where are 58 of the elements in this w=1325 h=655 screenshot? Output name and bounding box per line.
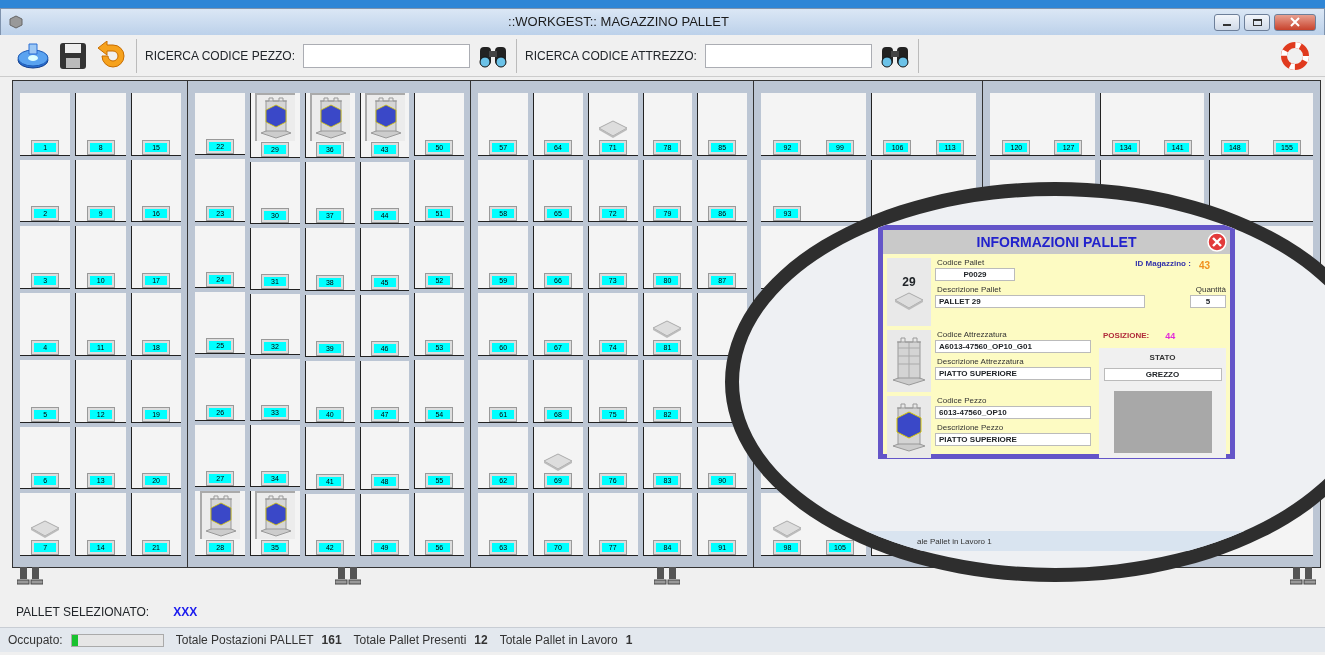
pallet-number: 29 <box>902 274 916 291</box>
loaded-pallet-icon[interactable] <box>255 491 295 539</box>
total-label: Totale Pallet in Lavoro <box>499 632 618 649</box>
close-icon <box>1290 17 1300 27</box>
info-field[interactable]: PIATTO SUPERIORE <box>935 433 1091 446</box>
minimize-button[interactable] <box>1214 13 1240 31</box>
search-field[interactable] <box>704 43 872 68</box>
warehouse-id-value: 43 <box>1198 259 1210 273</box>
maximize-button[interactable] <box>1244 13 1270 31</box>
warehouse-id-label: ID Magazzino : <box>1135 258 1191 270</box>
app-icon <box>9 15 23 29</box>
total-value: 161 <box>321 632 342 649</box>
field-label: Codice Attrezzatura <box>936 330 1008 340</box>
close-icon[interactable] <box>1207 232 1227 252</box>
selected-pallet-label: PALLET SELEZIONATO: <box>16 604 150 621</box>
workpiece-icon <box>891 402 927 452</box>
total-label: Totale Postazioni PALLET <box>175 632 314 649</box>
field-label: Descrizione Pallet <box>936 285 1003 295</box>
lifebuoy-icon[interactable] <box>1281 41 1309 70</box>
position-value: 44 <box>1165 330 1176 343</box>
rack-foot-icon <box>1290 567 1316 585</box>
total-label: Totale Pallet Presenti <box>353 632 467 649</box>
window-title: ::WORKGEST:: MAGAZZINO PALLET <box>507 13 730 32</box>
dialog-title: INFORMAZIONI PALLET <box>976 232 1137 252</box>
rack-foot-icon <box>653 567 680 585</box>
field-label: Descrizione Pezzo <box>936 423 1005 433</box>
info-field[interactable]: 5 <box>1190 295 1226 308</box>
loaded-pallet-icon[interactable] <box>255 93 295 141</box>
loaded-pallet-icon[interactable] <box>364 93 405 141</box>
pallet-icon <box>893 291 925 311</box>
info-field[interactable]: 6013-47560_OP10 <box>935 406 1091 419</box>
disc-icon[interactable] <box>16 40 50 71</box>
field-label: Quantità <box>1194 285 1226 295</box>
search-label: RICERCA CODICE PEZZO: <box>145 47 296 65</box>
rack-foot-icon <box>17 567 43 585</box>
info-field[interactable]: PALLET 29 <box>935 295 1145 308</box>
state-field[interactable]: GREZZO <box>1103 367 1222 381</box>
fixture-icon <box>891 336 927 386</box>
status-text: ale Pallet in Lavoro 1 <box>917 536 992 548</box>
info-field[interactable]: P0029 <box>935 268 1015 281</box>
info-field[interactable]: PIATTO SUPERIORE <box>935 367 1091 380</box>
total-value: 12 <box>474 632 488 649</box>
undo-arrow-icon[interactable] <box>96 40 128 71</box>
occupied-label: Occupato: <box>8 632 63 649</box>
search-field[interactable] <box>303 43 471 68</box>
field-label: Codice Pezzo <box>936 396 988 406</box>
loaded-pallet-icon[interactable] <box>309 93 350 141</box>
state-label: STATO <box>1149 351 1176 364</box>
total-value: 1 <box>625 632 633 649</box>
position-label: POSIZIONE: <box>1103 330 1150 342</box>
selected-pallet-value: XXX <box>173 604 198 621</box>
rack-foot-icon <box>335 567 362 585</box>
close-button[interactable] <box>1274 13 1316 31</box>
field-label: Descrizione Attrezzatura <box>936 357 1025 367</box>
search-label: RICERCA CODICE ATTREZZO: <box>525 47 697 65</box>
loaded-pallet-icon[interactable] <box>200 490 241 539</box>
info-field[interactable]: A6013-47560_OP10_G01 <box>935 340 1091 353</box>
field-label: Codice Pallet <box>936 258 986 268</box>
